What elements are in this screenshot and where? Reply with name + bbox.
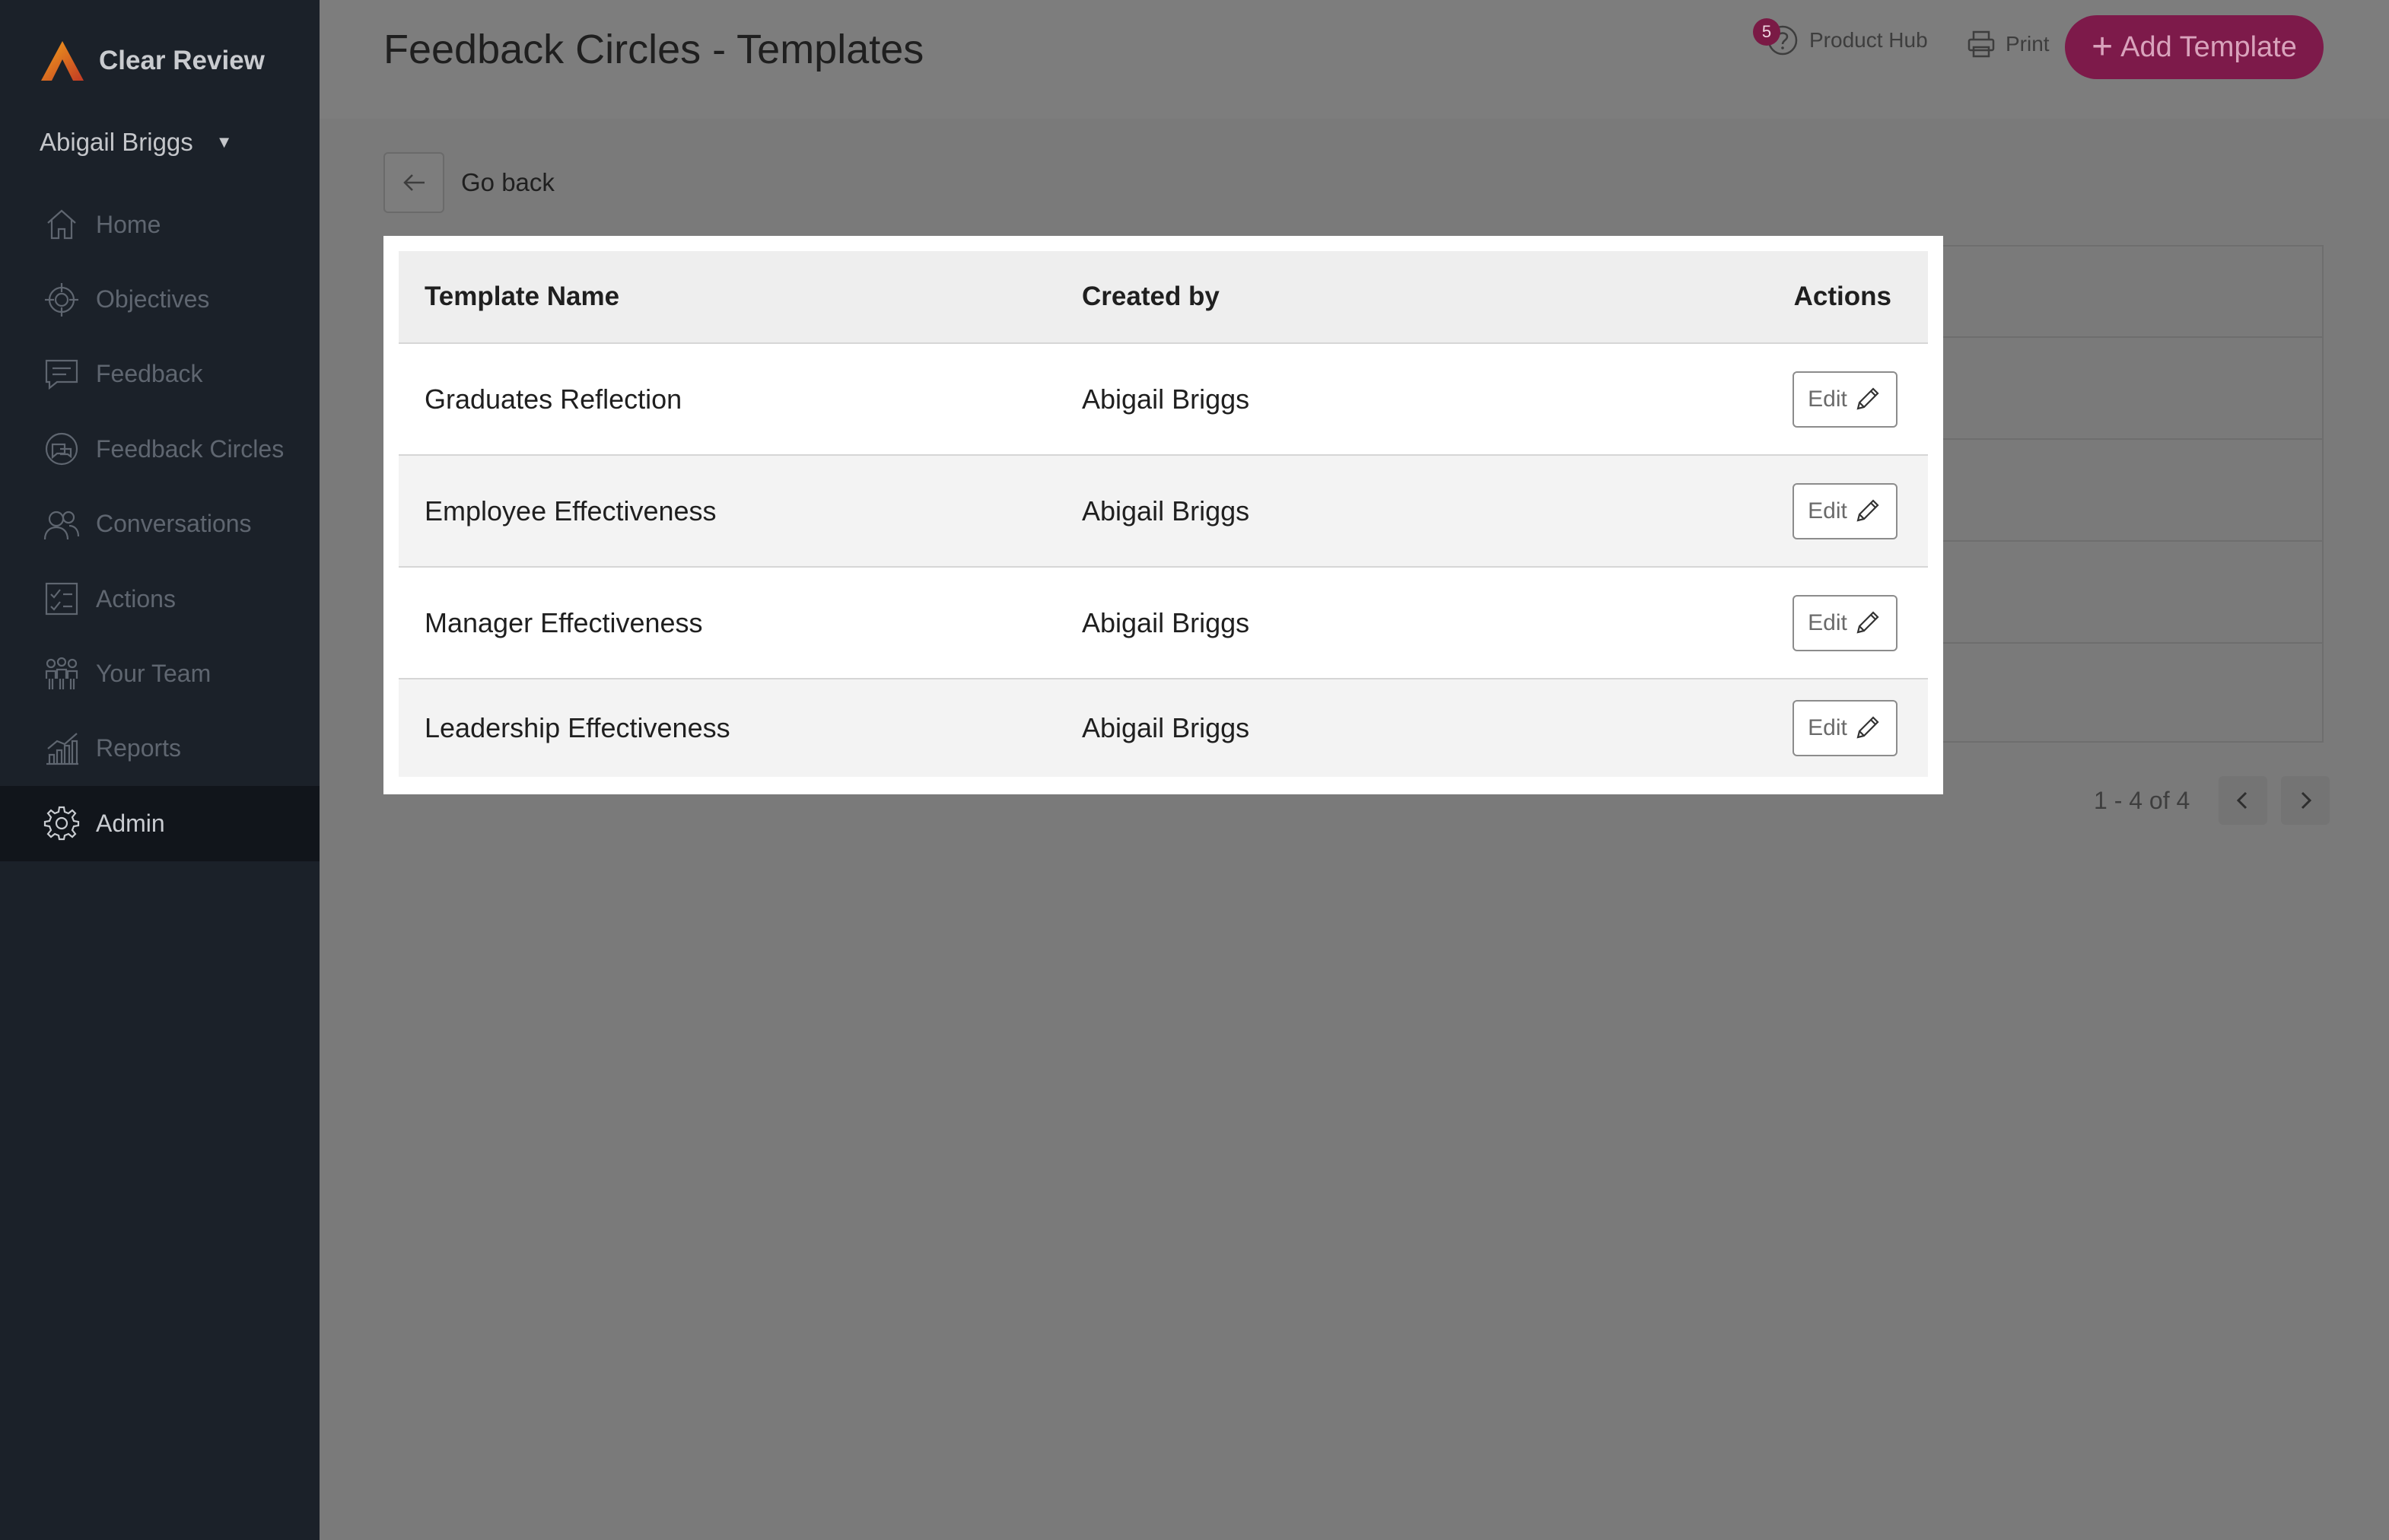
sidebar-item-label: Feedback Circles	[96, 434, 285, 463]
created-by: Abigail Briggs	[1082, 383, 1250, 415]
templates-table: Template Name Created by Actions Graduat…	[399, 251, 1928, 777]
actions-cell: Edit	[1744, 594, 1928, 651]
edit-button[interactable]: Edit	[1793, 371, 1898, 428]
sidebar-item-reports[interactable]: Reports	[0, 711, 320, 786]
edit-button[interactable]: Edit	[1793, 594, 1898, 651]
pencil-icon	[1856, 716, 1879, 739]
sidebar-item-home[interactable]: Home	[0, 187, 320, 262]
table-divider	[1940, 438, 2322, 440]
table-row: Manager Effectiveness Abigail Briggs Edi…	[399, 568, 1928, 679]
product-hub-link[interactable]: 5 Product Hub	[1753, 18, 1928, 58]
edit-label: Edit	[1808, 386, 1847, 412]
page-title: Feedback Circles - Templates	[383, 27, 924, 72]
edit-label: Edit	[1808, 609, 1847, 635]
table-divider	[1940, 642, 2322, 644]
add-template-button[interactable]: + Add Template	[2065, 15, 2324, 79]
checklist-icon	[43, 580, 81, 618]
go-back[interactable]: Go back	[383, 152, 555, 213]
plus-icon: +	[2092, 27, 2114, 67]
background-table	[1940, 245, 2324, 743]
chevron-right-icon	[2302, 791, 2312, 810]
actions-cell: Edit	[1744, 700, 1928, 756]
table-divider	[1940, 540, 2322, 542]
sidebar-item-label: Admin	[96, 809, 165, 837]
help-circle-icon: 5	[1753, 18, 1800, 58]
printer-icon	[1968, 30, 1995, 58]
next-page-button[interactable]	[2281, 776, 2330, 825]
sidebar-item-label: Conversations	[96, 510, 252, 538]
template-name: Employee Effectiveness	[425, 495, 717, 527]
home-icon	[43, 205, 81, 243]
sidebar-item-actions[interactable]: Actions	[0, 562, 320, 636]
created-by: Abigail Briggs	[1082, 495, 1250, 527]
chart-icon	[43, 730, 81, 768]
sidebar-item-feedback[interactable]: Feedback	[0, 337, 320, 412]
sidebar-item-label: Feedback	[96, 360, 203, 388]
go-back-label: Go back	[461, 168, 555, 196]
print-button[interactable]: Print	[1966, 29, 2050, 59]
edit-label: Edit	[1808, 715, 1847, 740]
created-by: Abigail Briggs	[1082, 712, 1250, 743]
brand-name: Clear Review	[99, 46, 265, 75]
column-header-template-name: Template Name	[425, 282, 620, 311]
sidebar-item-label: Your Team	[96, 660, 212, 688]
clear-review-logo-icon	[41, 41, 84, 81]
pagination: 1 - 4 of 4	[2094, 776, 2330, 825]
column-header-created-by: Created by	[1082, 282, 1220, 311]
table-header: Template Name Created by Actions	[399, 251, 1928, 344]
edit-button[interactable]: Edit	[1793, 482, 1898, 539]
gear-icon	[43, 804, 81, 842]
sidebar-item-label: Actions	[96, 584, 176, 612]
conversations-icon	[43, 505, 81, 543]
user-name: Abigail Briggs	[40, 128, 193, 156]
circles-icon	[43, 430, 81, 468]
pencil-icon	[1856, 610, 1879, 634]
caret-down-icon: ▼	[215, 132, 233, 151]
target-icon	[43, 281, 81, 319]
pencil-icon	[1856, 498, 1879, 522]
sidebar-item-feedback-circles[interactable]: Feedback Circles	[0, 412, 320, 486]
created-by: Abigail Briggs	[1082, 606, 1250, 638]
team-icon	[43, 655, 81, 693]
sidebar-item-conversations[interactable]: Conversations	[0, 487, 320, 562]
user-menu[interactable]: Abigail Briggs ▼	[40, 128, 233, 157]
notification-badge: 5	[1753, 18, 1780, 46]
table-row: Graduates Reflection Abigail Briggs Edit	[399, 344, 1928, 456]
arrow-left-icon	[403, 174, 425, 191]
previous-page-button[interactable]	[2219, 776, 2268, 825]
table-divider	[1940, 336, 2322, 338]
sidebar: Clear Review Abigail Briggs ▼ Home Objec…	[0, 0, 320, 1540]
actions-cell: Edit	[1744, 482, 1928, 539]
chevron-left-icon	[2237, 791, 2247, 810]
brand-logo[interactable]: Clear Review	[38, 37, 265, 85]
template-name: Graduates Reflection	[425, 383, 682, 415]
sidebar-item-label: Objectives	[96, 285, 210, 313]
pagination-range: 1 - 4 of 4	[2094, 786, 2190, 814]
table-row: Leadership Effectiveness Abigail Briggs …	[399, 679, 1928, 777]
product-hub-label: Product Hub	[1809, 28, 1928, 52]
top-bar: Feedback Circles - Templates 5 Product H…	[320, 0, 2389, 119]
template-name: Manager Effectiveness	[425, 606, 703, 638]
actions-cell: Edit	[1744, 371, 1928, 428]
sidebar-item-label: Reports	[96, 734, 182, 762]
table-row: Employee Effectiveness Abigail Briggs Ed…	[399, 456, 1928, 568]
templates-table-panel: Template Name Created by Actions Graduat…	[383, 236, 1943, 794]
back-button[interactable]	[383, 152, 444, 213]
print-label: Print	[2006, 32, 2050, 56]
edit-button[interactable]: Edit	[1793, 700, 1898, 756]
feedback-icon	[43, 355, 81, 393]
pencil-icon	[1856, 387, 1879, 410]
edit-label: Edit	[1808, 498, 1847, 523]
sidebar-item-admin[interactable]: Admin	[0, 786, 320, 861]
sidebar-nav: Home Objectives Feedback Feedback Circle…	[0, 187, 320, 861]
add-template-label: Add Template	[2120, 30, 2297, 63]
sidebar-item-label: Home	[96, 210, 161, 238]
sidebar-item-your-team[interactable]: Your Team	[0, 636, 320, 711]
template-name: Leadership Effectiveness	[425, 712, 730, 743]
sidebar-item-objectives[interactable]: Objectives	[0, 262, 320, 336]
column-header-actions: Actions	[1793, 282, 1891, 311]
